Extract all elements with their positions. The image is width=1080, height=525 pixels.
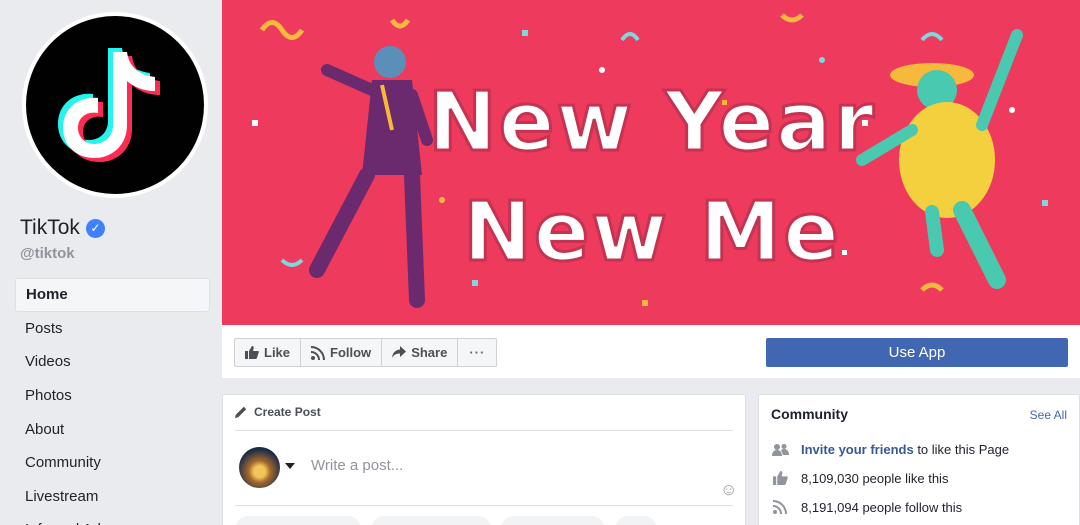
divider [235, 505, 733, 506]
dancing-woman-illustration [856, 29, 1023, 289]
sidebar-nav: Home Posts Videos Photos About Community… [15, 278, 210, 525]
poster-avatar[interactable] [239, 447, 280, 488]
thumbs-up-icon [245, 346, 259, 359]
cover-headline-line1: New Year [428, 75, 876, 170]
chevron-down-icon[interactable] [285, 463, 295, 469]
page-name-text: TikTok [20, 216, 80, 239]
profile-picture[interactable] [22, 12, 208, 198]
cover-illustration: New Year New Me [252, 13, 1048, 308]
like-button[interactable]: Like [235, 339, 302, 366]
share-button[interactable]: Share [382, 339, 459, 366]
check-in-option[interactable] [501, 516, 605, 525]
sidebar-item-home[interactable]: Home [15, 278, 210, 312]
create-post-card: Create Post Write a post... ☺ [222, 394, 746, 525]
community-card: Community See All Invite your friends to… [758, 394, 1080, 525]
rss-icon [771, 499, 789, 515]
community-title: Community [771, 406, 848, 422]
cover-headline-line2: New Me [463, 185, 841, 280]
follow-button[interactable]: Follow [301, 339, 383, 366]
sidebar-item-about[interactable]: About [15, 412, 210, 446]
likes-count-row: 8,109,030 people like this [771, 470, 948, 486]
follows-count-row: 8,191,094 people follow this [771, 499, 962, 515]
invite-text: Invite your friends to like this Page [801, 442, 1009, 457]
left-sidebar: TikTok ✓ @tiktok Home Posts Videos Photo… [0, 0, 221, 525]
page-action-bar: Like Follow Share ··· [234, 338, 498, 367]
sidebar-item-photos[interactable]: Photos [15, 379, 210, 413]
sidebar-item-posts[interactable]: Posts [15, 312, 210, 346]
page-title: TikTok ✓ [20, 216, 105, 240]
invite-suffix: to like this Page [913, 441, 1010, 457]
share-arrow-icon [392, 346, 407, 358]
divider [235, 430, 733, 431]
likes-count-text: 8,109,030 people like this [801, 470, 949, 486]
page-header: New Year New Me Like Follow Share ··· Us… [222, 0, 1080, 378]
verified-badge-icon: ✓ [85, 218, 105, 238]
sidebar-item-videos[interactable]: Videos [15, 345, 210, 379]
tiktok-logo-icon [26, 16, 204, 194]
create-post-title: Create Post [254, 405, 321, 419]
cover-photo[interactable]: New Year New Me [222, 0, 1080, 325]
page-handle[interactable]: @tiktok [20, 245, 75, 262]
sidebar-item-community[interactable]: Community [15, 446, 210, 480]
follows-count-text: 8,191,094 people follow this [801, 499, 963, 515]
see-all-link[interactable]: See All [1030, 408, 1067, 422]
create-post-header[interactable]: Create Post [235, 405, 321, 419]
more-options-button[interactable]: ··· [458, 339, 496, 366]
pencil-icon [235, 406, 247, 418]
sidebar-item-info-and-ads[interactable]: Info and Ads [15, 513, 210, 525]
use-app-button[interactable]: Use App [766, 338, 1068, 367]
people-icon [771, 441, 789, 457]
follow-button-label: Follow [330, 345, 372, 360]
write-post-input[interactable]: Write a post... [311, 457, 403, 474]
tag-friends-option[interactable] [371, 516, 491, 525]
invite-friends-row: Invite your friends to like this Page [771, 441, 1009, 457]
thumbs-up-icon [771, 470, 789, 486]
more-post-options[interactable] [615, 516, 657, 525]
photo-video-option[interactable] [235, 516, 361, 525]
emoji-icon[interactable]: ☺ [720, 480, 737, 500]
sidebar-item-livestream[interactable]: Livestream [15, 480, 210, 514]
share-button-label: Share [411, 345, 448, 360]
invite-friends-link[interactable]: Invite your friends [801, 442, 914, 457]
dancing-man-illustration [309, 46, 433, 308]
rss-icon [311, 345, 326, 360]
like-button-label: Like [264, 345, 291, 360]
